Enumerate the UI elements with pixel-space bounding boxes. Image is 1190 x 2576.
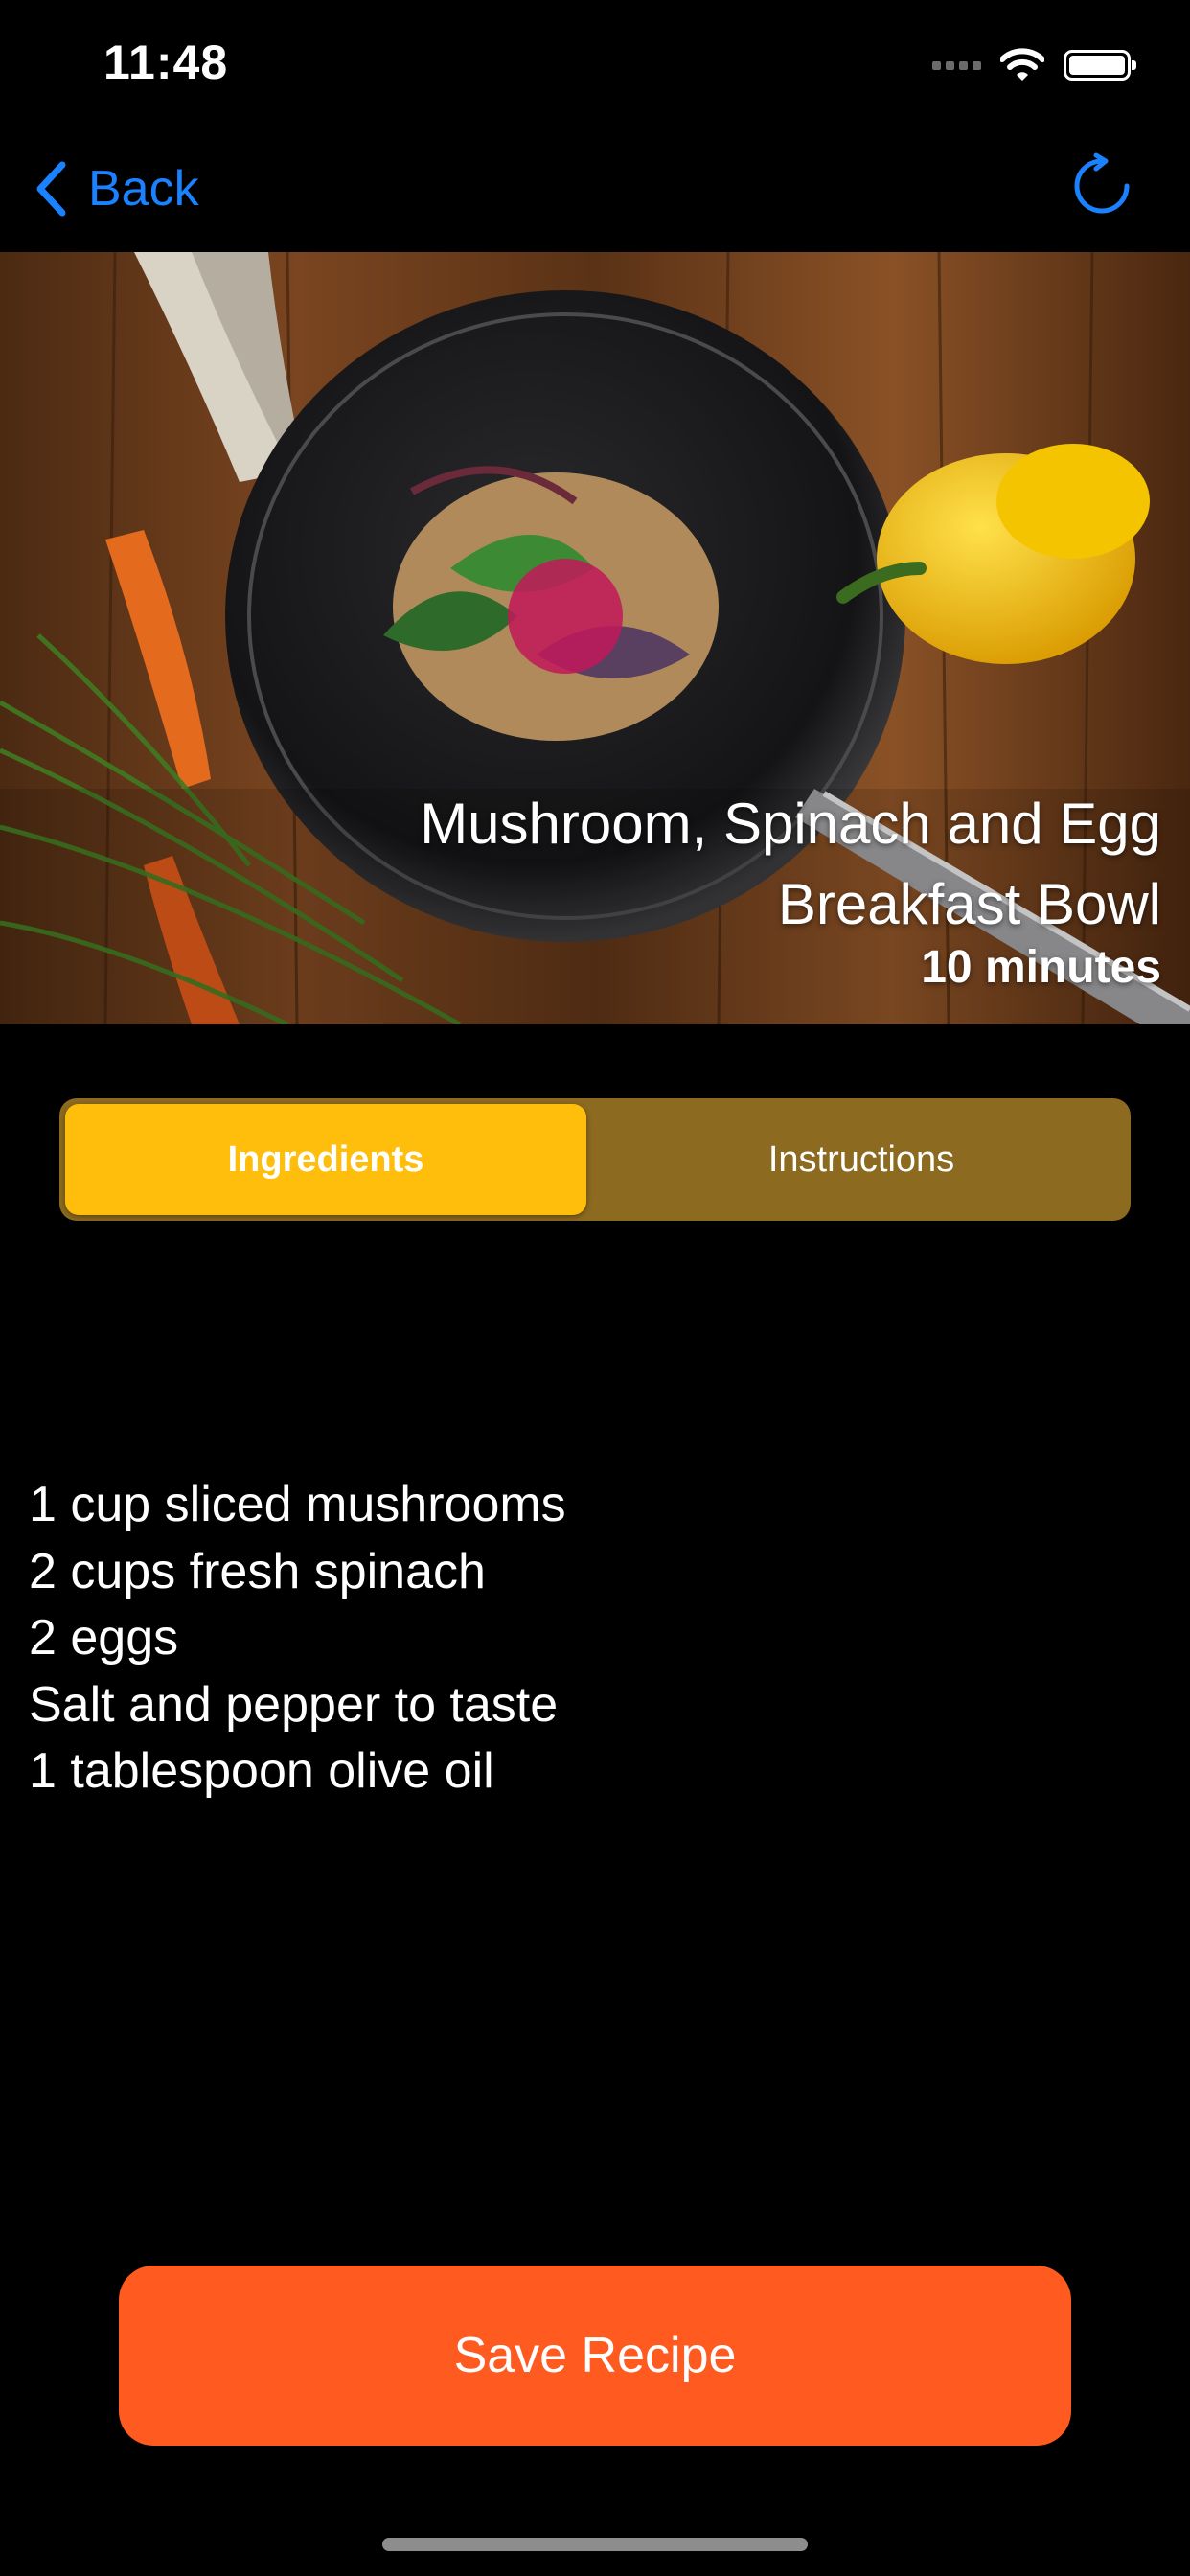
battery-icon [1064,50,1136,80]
save-recipe-label: Save Recipe [453,2328,737,2383]
ingredients-list: 1 cup sliced mushrooms 2 cups fresh spin… [29,1472,566,1806]
list-item: Salt and pepper to taste [29,1676,559,1733]
recipe-title-line1: Mushroom, Spinach and Egg [420,792,1161,856]
list-item: 1 tablespoon olive oil [29,1743,494,1799]
signal-icon [932,60,981,70]
chevron-left-icon [36,161,66,217]
recipe-title: Mushroom, Spinach and Egg Breakfast Bowl [299,784,1161,945]
list-item: 2 eggs [29,1610,179,1666]
refresh-icon[interactable] [1067,151,1136,220]
tab-segmented-control: Ingredients Instructions [59,1098,1131,1221]
recipe-time: 10 minutes [921,942,1161,993]
back-label: Back [88,161,199,217]
list-item: 1 cup sliced mushrooms [29,1477,566,1532]
recipe-title-line2: Breakfast Bowl [777,872,1161,936]
home-indicator[interactable] [382,2538,808,2551]
tab-instructions[interactable]: Instructions [598,1104,1125,1215]
list-item: 2 cups fresh spinach [29,1543,486,1599]
status-icons [932,46,1136,84]
tab-ingredients[interactable]: Ingredients [65,1104,586,1215]
wifi-icon [1000,48,1044,80]
save-recipe-button[interactable]: Save Recipe [119,2266,1071,2446]
status-time: 11:48 [103,35,229,89]
back-button[interactable]: Back [34,155,199,222]
